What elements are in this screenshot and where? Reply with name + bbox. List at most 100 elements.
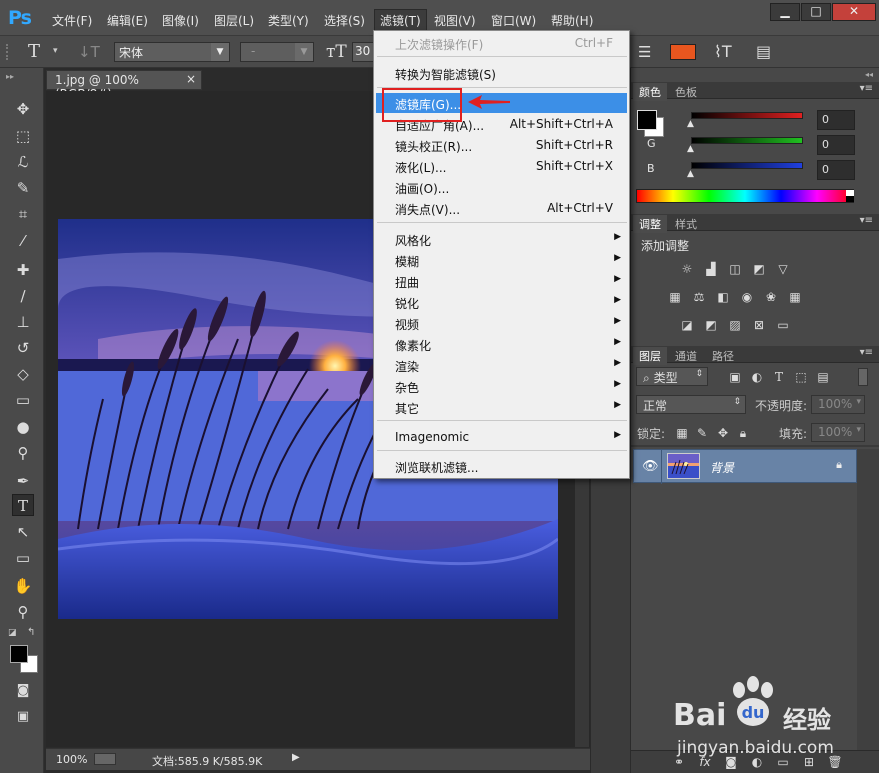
slider-thumb-icon[interactable]: ▲: [687, 144, 694, 154]
tab-adjustments[interactable]: 调整: [633, 215, 667, 233]
eraser-tool-icon[interactable]: ◇: [12, 363, 34, 385]
menu-noise[interactable]: 杂色 ▶: [376, 376, 627, 396]
default-colors-icon[interactable]: ◪: [8, 628, 17, 638]
healing-brush-tool-icon[interactable]: ✚: [12, 259, 34, 281]
zoom-level[interactable]: 100%: [56, 753, 87, 766]
black-white-ramp[interactable]: [846, 190, 854, 202]
filter-type-icon[interactable]: T: [771, 370, 787, 384]
lock-pixels-icon[interactable]: ✎: [694, 426, 710, 440]
pen-tool-icon[interactable]: ✒: [12, 470, 34, 492]
dodge-tool-icon[interactable]: ⚲: [12, 442, 34, 464]
exposure-icon[interactable]: ◩: [751, 262, 767, 276]
black-white-icon[interactable]: ◧: [715, 290, 731, 304]
lock-all-icon[interactable]: 🔒︎: [735, 426, 751, 440]
menu-layer[interactable]: 图层(L): [214, 12, 254, 29]
menu-imagenomic[interactable]: Imagenomic ▶: [376, 427, 627, 447]
menu-select[interactable]: 选择(S): [324, 12, 365, 29]
toggle-orientation-icon[interactable]: ↓T: [78, 43, 100, 61]
lock-position-icon[interactable]: ✥: [715, 426, 731, 440]
layer-name[interactable]: 背景: [710, 459, 734, 476]
hand-tool-icon[interactable]: ✋: [12, 575, 34, 597]
tab-styles[interactable]: 样式: [669, 215, 703, 233]
color-foreground-swatch[interactable]: [637, 110, 657, 130]
vibrance-icon[interactable]: ▽: [775, 262, 791, 276]
menu-window[interactable]: 窗口(W): [491, 12, 536, 29]
tab-color[interactable]: 颜色: [633, 83, 667, 101]
crop-tool-icon[interactable]: ⌗: [12, 203, 34, 225]
menu-vanishing-point[interactable]: 消失点(V)... Alt+Ctrl+V: [376, 198, 627, 218]
menu-pixelate[interactable]: 像素化 ▶: [376, 334, 627, 354]
screen-mode-icon[interactable]: ▣: [12, 706, 34, 728]
menu-last-filter[interactable]: 上次滤镜操作(F) Ctrl+F: [376, 33, 627, 53]
collapse-panel-icon[interactable]: ▸▸: [6, 72, 14, 81]
eye-icon[interactable]: 👁︎: [642, 459, 659, 474]
grip-handle[interactable]: [6, 44, 10, 60]
text-color-swatch[interactable]: [670, 44, 696, 60]
swap-colors-icon[interactable]: ↰: [27, 627, 35, 638]
filter-pixel-icon[interactable]: ▣: [727, 370, 743, 384]
history-brush-tool-icon[interactable]: ↺: [12, 337, 34, 359]
foreground-color-swatch[interactable]: [10, 645, 28, 663]
red-slider-track[interactable]: [691, 112, 803, 119]
color-spectrum-bar[interactable]: [636, 189, 854, 203]
tab-swatches[interactable]: 色板: [669, 83, 703, 101]
menu-convert-smart-filter[interactable]: 转换为智能滤镜(S): [376, 63, 627, 83]
restore-button[interactable]: □: [801, 3, 831, 21]
quick-selection-tool-icon[interactable]: ✎: [12, 177, 34, 199]
lock-transparent-icon[interactable]: ▦: [674, 426, 690, 440]
green-value-input[interactable]: 0: [817, 135, 855, 155]
filter-toggle[interactable]: [858, 368, 868, 386]
tab-channels[interactable]: 通道: [669, 347, 703, 365]
tab-paths[interactable]: 路径: [706, 347, 740, 365]
menu-render[interactable]: 渲染 ▶: [376, 355, 627, 375]
marquee-tool-icon[interactable]: ⬚: [12, 125, 34, 147]
font-size-input[interactable]: 30: [352, 42, 374, 62]
gradient-map-icon[interactable]: ▭: [775, 318, 791, 332]
slider-thumb-icon[interactable]: ▲: [687, 169, 694, 179]
warp-text-icon[interactable]: ⌇T: [714, 42, 732, 61]
blur-tool-icon[interactable]: ●: [12, 416, 34, 438]
status-bar-icon[interactable]: [94, 753, 116, 765]
menu-oil-paint[interactable]: 油画(O)...: [376, 177, 627, 197]
clone-stamp-tool-icon[interactable]: ⊥: [12, 311, 34, 333]
menu-other[interactable]: 其它 ▶: [376, 397, 627, 417]
close-button[interactable]: ✕: [832, 3, 876, 21]
layer-kind-filter[interactable]: ⌕ 类型 ⇕: [636, 367, 708, 386]
brightness-icon[interactable]: ☼: [679, 262, 695, 276]
menu-liquify[interactable]: 液化(L)... Shift+Ctrl+X: [376, 156, 627, 176]
character-panel-icon[interactable]: ▤: [756, 42, 771, 61]
font-family-select[interactable]: 宋体 ▼: [114, 42, 230, 62]
color-balance-icon[interactable]: ⚖: [691, 290, 707, 304]
menu-browse-online-filters[interactable]: 浏览联机滤镜...: [376, 456, 627, 476]
font-style-select[interactable]: - ▼: [240, 42, 314, 62]
menu-view[interactable]: 视图(V): [434, 12, 476, 29]
collapse-panels-icon[interactable]: ◂◂: [865, 70, 873, 79]
photo-filter-icon[interactable]: ◉: [739, 290, 755, 304]
quick-mask-icon[interactable]: ◙: [12, 680, 34, 702]
zoom-tool-icon[interactable]: ⚲: [12, 601, 34, 623]
rectangle-tool-icon[interactable]: ▭: [12, 547, 34, 569]
fill-input[interactable]: 100% ▾: [811, 423, 865, 442]
curves-icon[interactable]: ◫: [727, 262, 743, 276]
menu-help[interactable]: 帮助(H): [551, 12, 593, 29]
brush-tool-icon[interactable]: ∕: [12, 285, 34, 307]
eyedropper-tool-icon[interactable]: ⁄: [12, 230, 34, 252]
tool-preset-chevron-icon[interactable]: ▾: [53, 46, 58, 56]
threshold-icon[interactable]: ▨: [727, 318, 743, 332]
document-tab[interactable]: 1.jpg @ 100%(RGB/8#) ×: [46, 70, 202, 101]
invert-icon[interactable]: ◪: [679, 318, 695, 332]
channel-mixer-icon[interactable]: ❀: [763, 290, 779, 304]
status-menu-arrow-icon[interactable]: ▶: [292, 752, 300, 763]
panel-menu-icon[interactable]: ▾≡: [860, 347, 873, 358]
layer-row[interactable]: 👁︎ 背景 🔒︎: [633, 449, 857, 484]
filter-smart-object-icon[interactable]: ▤: [815, 370, 831, 384]
menu-file[interactable]: 文件(F): [52, 12, 92, 29]
blend-mode-select[interactable]: 正常 ⇕: [636, 395, 746, 414]
type-tool-icon[interactable]: T: [12, 494, 34, 516]
blue-value-input[interactable]: 0: [817, 160, 855, 180]
menu-edit[interactable]: 编辑(E): [107, 12, 148, 29]
lasso-tool-icon[interactable]: ℒ: [12, 151, 34, 173]
hue-saturation-icon[interactable]: ▦: [667, 290, 683, 304]
levels-icon[interactable]: ▟: [703, 262, 719, 276]
gradient-tool-icon[interactable]: ▭: [12, 389, 34, 411]
